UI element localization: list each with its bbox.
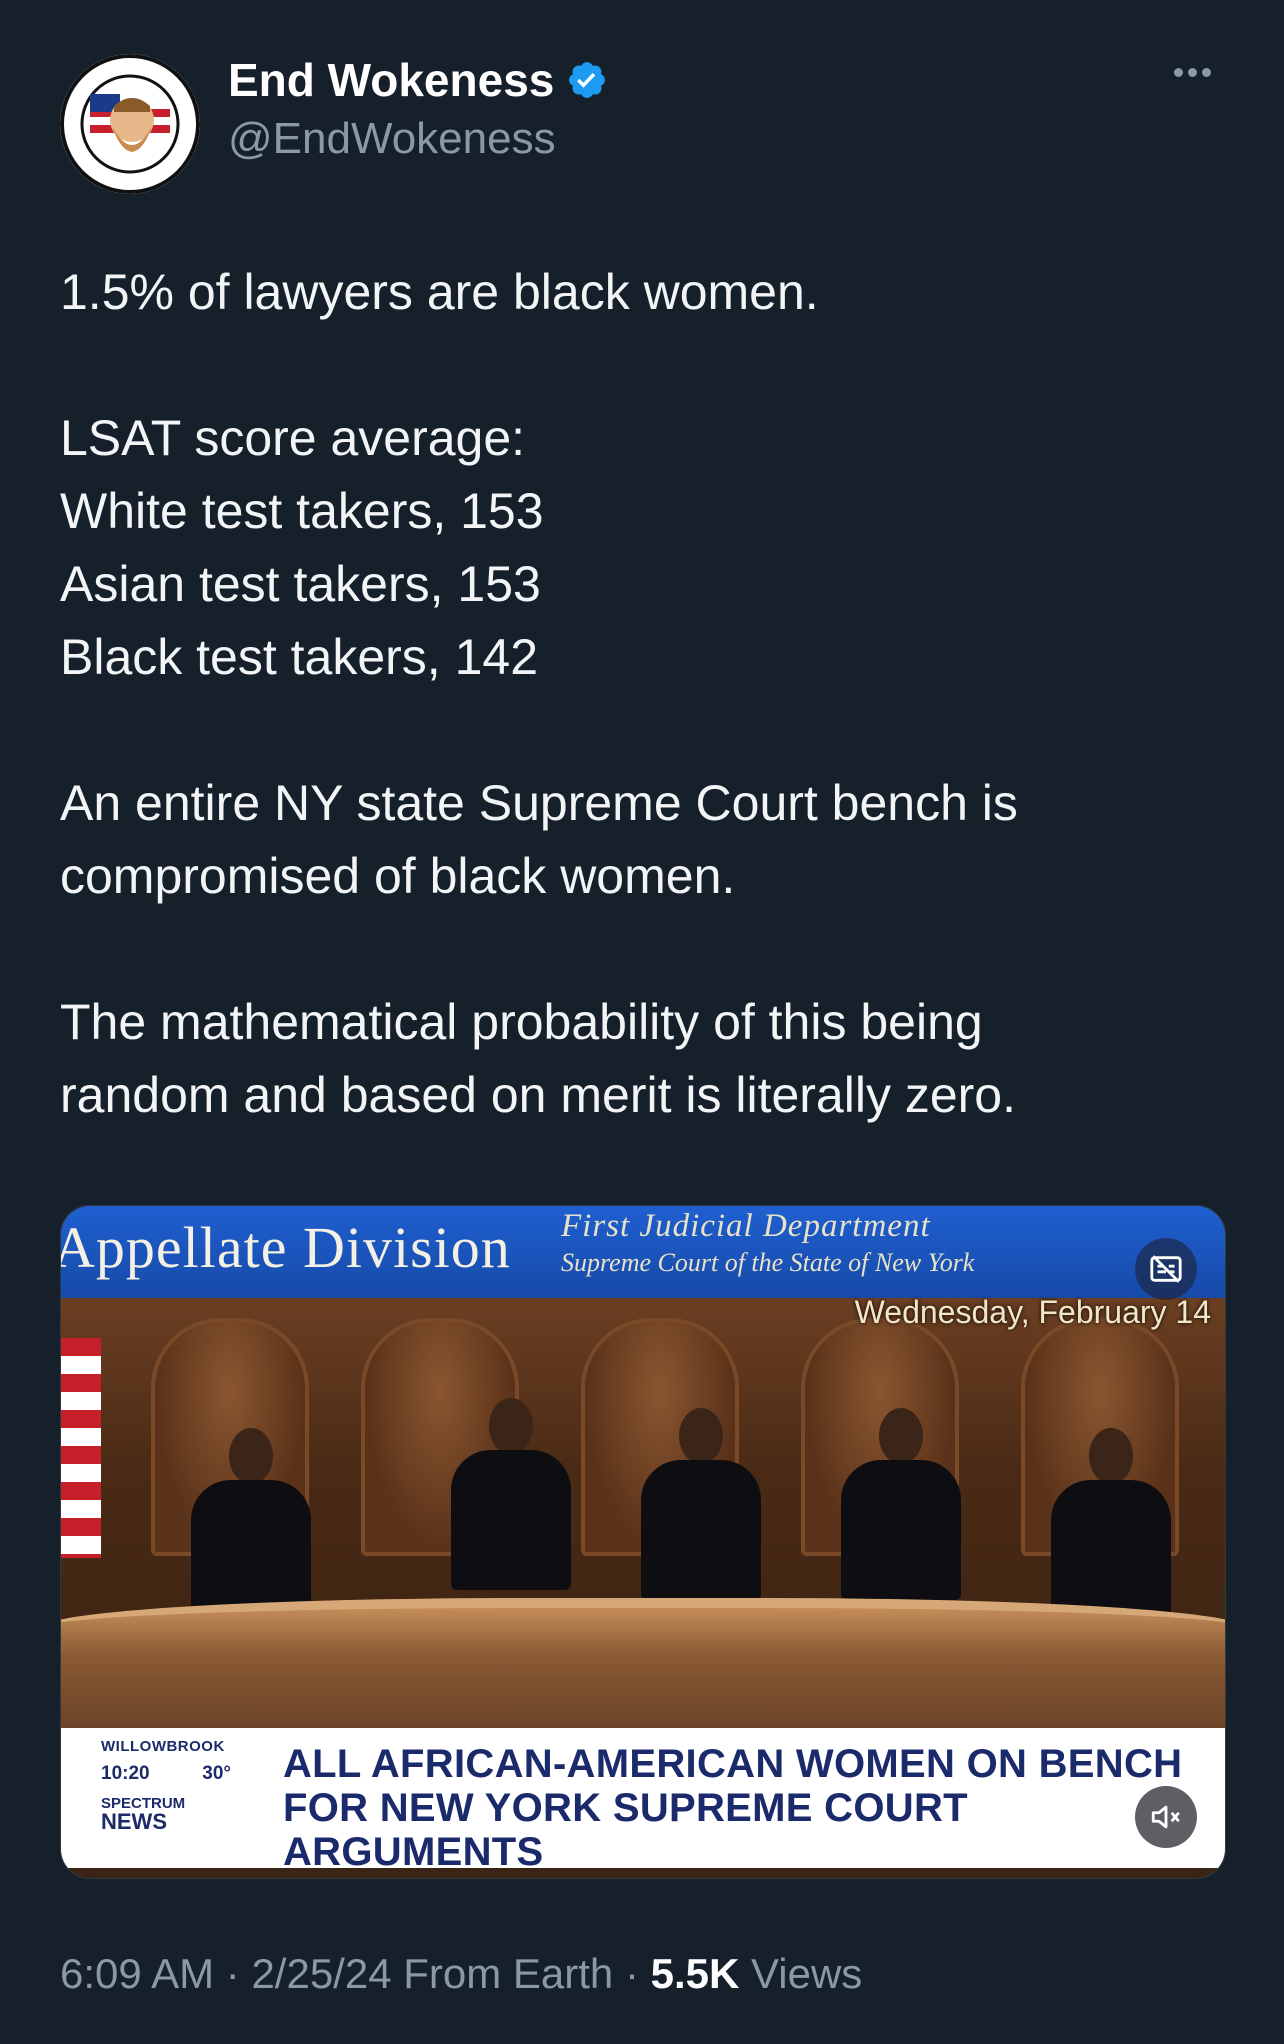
- tweet-line: LSAT score average:: [60, 410, 526, 466]
- station-brand: SPECTRUM NEWS: [101, 1795, 255, 1834]
- display-name-text[interactable]: End Wokeness: [228, 52, 554, 108]
- avatar-logo-icon: [60, 54, 200, 194]
- station-time-temp: 10:20 30°: [101, 1763, 231, 1785]
- judge-figure: [451, 1398, 571, 1590]
- tweet-line: White test takers, 153: [60, 483, 544, 539]
- captions-icon: [1150, 1255, 1182, 1283]
- tweet-line: Asian test takers, 153: [60, 556, 541, 612]
- handle[interactable]: @EndWokeness: [228, 108, 608, 170]
- banner-subtitle: Supreme Court of the State of New York: [561, 1248, 975, 1277]
- tweet-meta: 6:09 AM · 2/25/24 From Earth · 5.5K View…: [60, 1950, 863, 1997]
- station-location: WILLOWBROOK: [101, 1738, 225, 1755]
- tweet-line: An entire NY state Supreme Court bench i…: [60, 775, 1018, 831]
- avatar[interactable]: [60, 54, 200, 194]
- banner-title: Appellate Division: [60, 1215, 511, 1280]
- headline-line: ALL AFRICAN-AMERICAN WOMEN ON BENCH: [283, 1742, 1183, 1786]
- banner-subtitle: First Judicial Department: [561, 1208, 931, 1244]
- tweet-line: compromised of black women.: [60, 848, 736, 904]
- judge-figure: [1051, 1428, 1171, 1620]
- station-time: 10:20: [101, 1763, 150, 1784]
- courtroom-video-frame: [61, 1298, 1225, 1768]
- tweet-header: End Wokeness @EndWokeness: [60, 42, 1224, 194]
- muted-speaker-icon: [1151, 1805, 1180, 1829]
- tweet-line: Black test takers, 142: [60, 629, 539, 685]
- tweet-date[interactable]: 2/25/24: [251, 1950, 391, 1997]
- american-flag-icon: [61, 1338, 101, 1558]
- views-label: Views: [751, 1950, 863, 1997]
- tweet-source: From Earth: [403, 1950, 614, 1997]
- tweet-line: The mathematical probability of this bei…: [60, 994, 983, 1050]
- verified-badge-icon: [569, 62, 606, 98]
- tweet-time[interactable]: 6:09 AM: [60, 1950, 214, 1997]
- news-lower-third: WILLOWBROOK 10:20 30° SPECTRUM NEWS ALL …: [61, 1728, 1225, 1874]
- tweet-line: random and based on merit is literally z…: [60, 1067, 1017, 1123]
- video-top-banner: Appellate Division First Judicial Depart…: [61, 1206, 1225, 1298]
- video-player[interactable]: Appellate Division First Judicial Depart…: [60, 1205, 1226, 1879]
- mute-button[interactable]: [1135, 1786, 1197, 1848]
- more-options-icon[interactable]: [1174, 64, 1224, 94]
- station-brand-line: NEWS: [101, 1809, 167, 1834]
- headline-line: FOR NEW YORK SUPREME COURT ARGUMENTS: [283, 1786, 968, 1874]
- news-headline: ALL AFRICAN-AMERICAN WOMEN ON BENCH FOR …: [283, 1742, 1223, 1874]
- display-name[interactable]: End Wokeness: [228, 52, 608, 108]
- judge-figure: [191, 1428, 311, 1620]
- banner-date: Wednesday, February 14: [854, 1294, 1211, 1330]
- station-info: WILLOWBROOK 10:20 30° SPECTRUM NEWS: [101, 1738, 255, 1858]
- views-count[interactable]: 5.5K: [651, 1950, 740, 1997]
- captions-button[interactable]: [1135, 1238, 1197, 1300]
- author-names: End Wokeness @EndWokeness: [228, 52, 608, 170]
- tweet-text: 1.5% of lawyers are black women. LSAT sc…: [60, 256, 1220, 1132]
- station-temp: 30°: [202, 1763, 231, 1784]
- judge-figure: [841, 1408, 961, 1600]
- judge-figure: [641, 1408, 761, 1600]
- tweet-line: 1.5% of lawyers are black women.: [60, 264, 819, 320]
